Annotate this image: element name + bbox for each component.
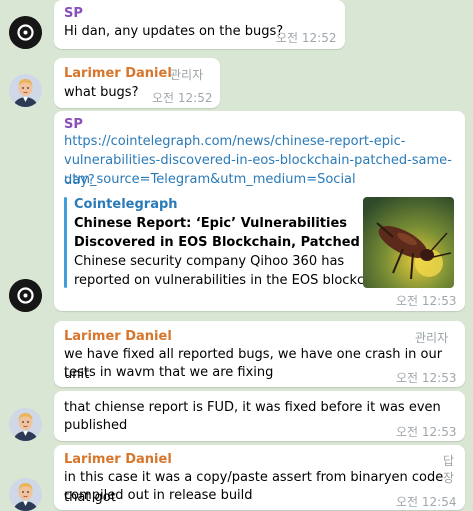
message-text: tests in wavm that we are fixing (64, 365, 274, 380)
larimer-avatar[interactable] (9, 74, 42, 107)
message-bubble-3[interactable]: SP https://cointelegraph.com/news/chines… (54, 111, 465, 311)
message-time: 오전 12:53 (396, 425, 457, 439)
message-text: compiled out in release build (64, 488, 253, 503)
larimer-avatar-photo-icon (9, 408, 42, 441)
message-bubble-2[interactable]: Larimer Daniel 관리자 what bugs? 오전 12:52 (54, 58, 220, 108)
message-time: 오전 12:54 (396, 495, 457, 509)
message-bubble-4[interactable]: Larimer Daniel 관리자 we have fixed all rep… (54, 321, 465, 387)
message-text: published (64, 418, 128, 433)
message-sender[interactable]: SP (64, 117, 83, 132)
larimer-avatar[interactable] (9, 478, 42, 511)
message-text: Hi dan, any updates on the bugs? (64, 24, 284, 39)
message-link[interactable]: utm_source=Telegram&utm_medium=Social (64, 170, 356, 190)
message-text: what bugs? (64, 85, 139, 100)
link-preview-thumbnail[interactable] (363, 197, 454, 288)
message-time: 오전 12:53 (396, 371, 457, 385)
larimer-avatar-photo-icon (9, 478, 42, 511)
message-time: 오전 12:52 (276, 31, 337, 45)
message-link[interactable]: https://cointelegraph.com/news/chinese-r… (64, 132, 405, 152)
sp-avatar[interactable] (9, 279, 42, 312)
message-text: that chiense report is FUD, it was fixed… (64, 400, 441, 415)
message-sender[interactable]: Larimer Daniel (64, 66, 172, 81)
message-sender[interactable]: SP (64, 6, 83, 21)
sp-avatar-logo-icon (9, 16, 42, 49)
link-preview-title[interactable]: Discovered in EOS Blockchain, Patched Sa… (74, 233, 411, 252)
link-preview-description: Chinese security company Qihoo 360 has (74, 254, 345, 269)
sp-avatar-logo-icon (9, 279, 42, 312)
link-preview-site[interactable]: Cointelegraph (74, 197, 178, 212)
message-time: 오전 12:52 (152, 91, 213, 105)
sp-avatar[interactable] (9, 16, 42, 49)
larimer-avatar[interactable] (9, 408, 42, 441)
message-bubble-6[interactable]: Larimer Daniel 답장 in this case it was a … (54, 445, 465, 510)
message-bubble-1[interactable]: SP Hi dan, any updates on the bugs? 오전 1… (54, 0, 345, 49)
link-preview-title[interactable]: Chinese Report: ‘Epic’ Vulnerabilities (74, 214, 347, 233)
link-preview-description: reported on vulnerabilities in the EOS b… (74, 273, 385, 288)
admin-badge: 관리자 (415, 331, 449, 345)
message-time: 오전 12:53 (396, 294, 457, 308)
message-sender[interactable]: Larimer Daniel (64, 452, 172, 467)
link-preview-bar (64, 197, 67, 288)
message-sender[interactable]: Larimer Daniel (64, 329, 172, 344)
larimer-avatar-photo-icon (9, 74, 42, 107)
message-bubble-5[interactable]: that chiense report is FUD, it was fixed… (54, 391, 465, 441)
admin-badge: 관리자 (170, 68, 204, 82)
beetle-image-icon (363, 197, 454, 288)
